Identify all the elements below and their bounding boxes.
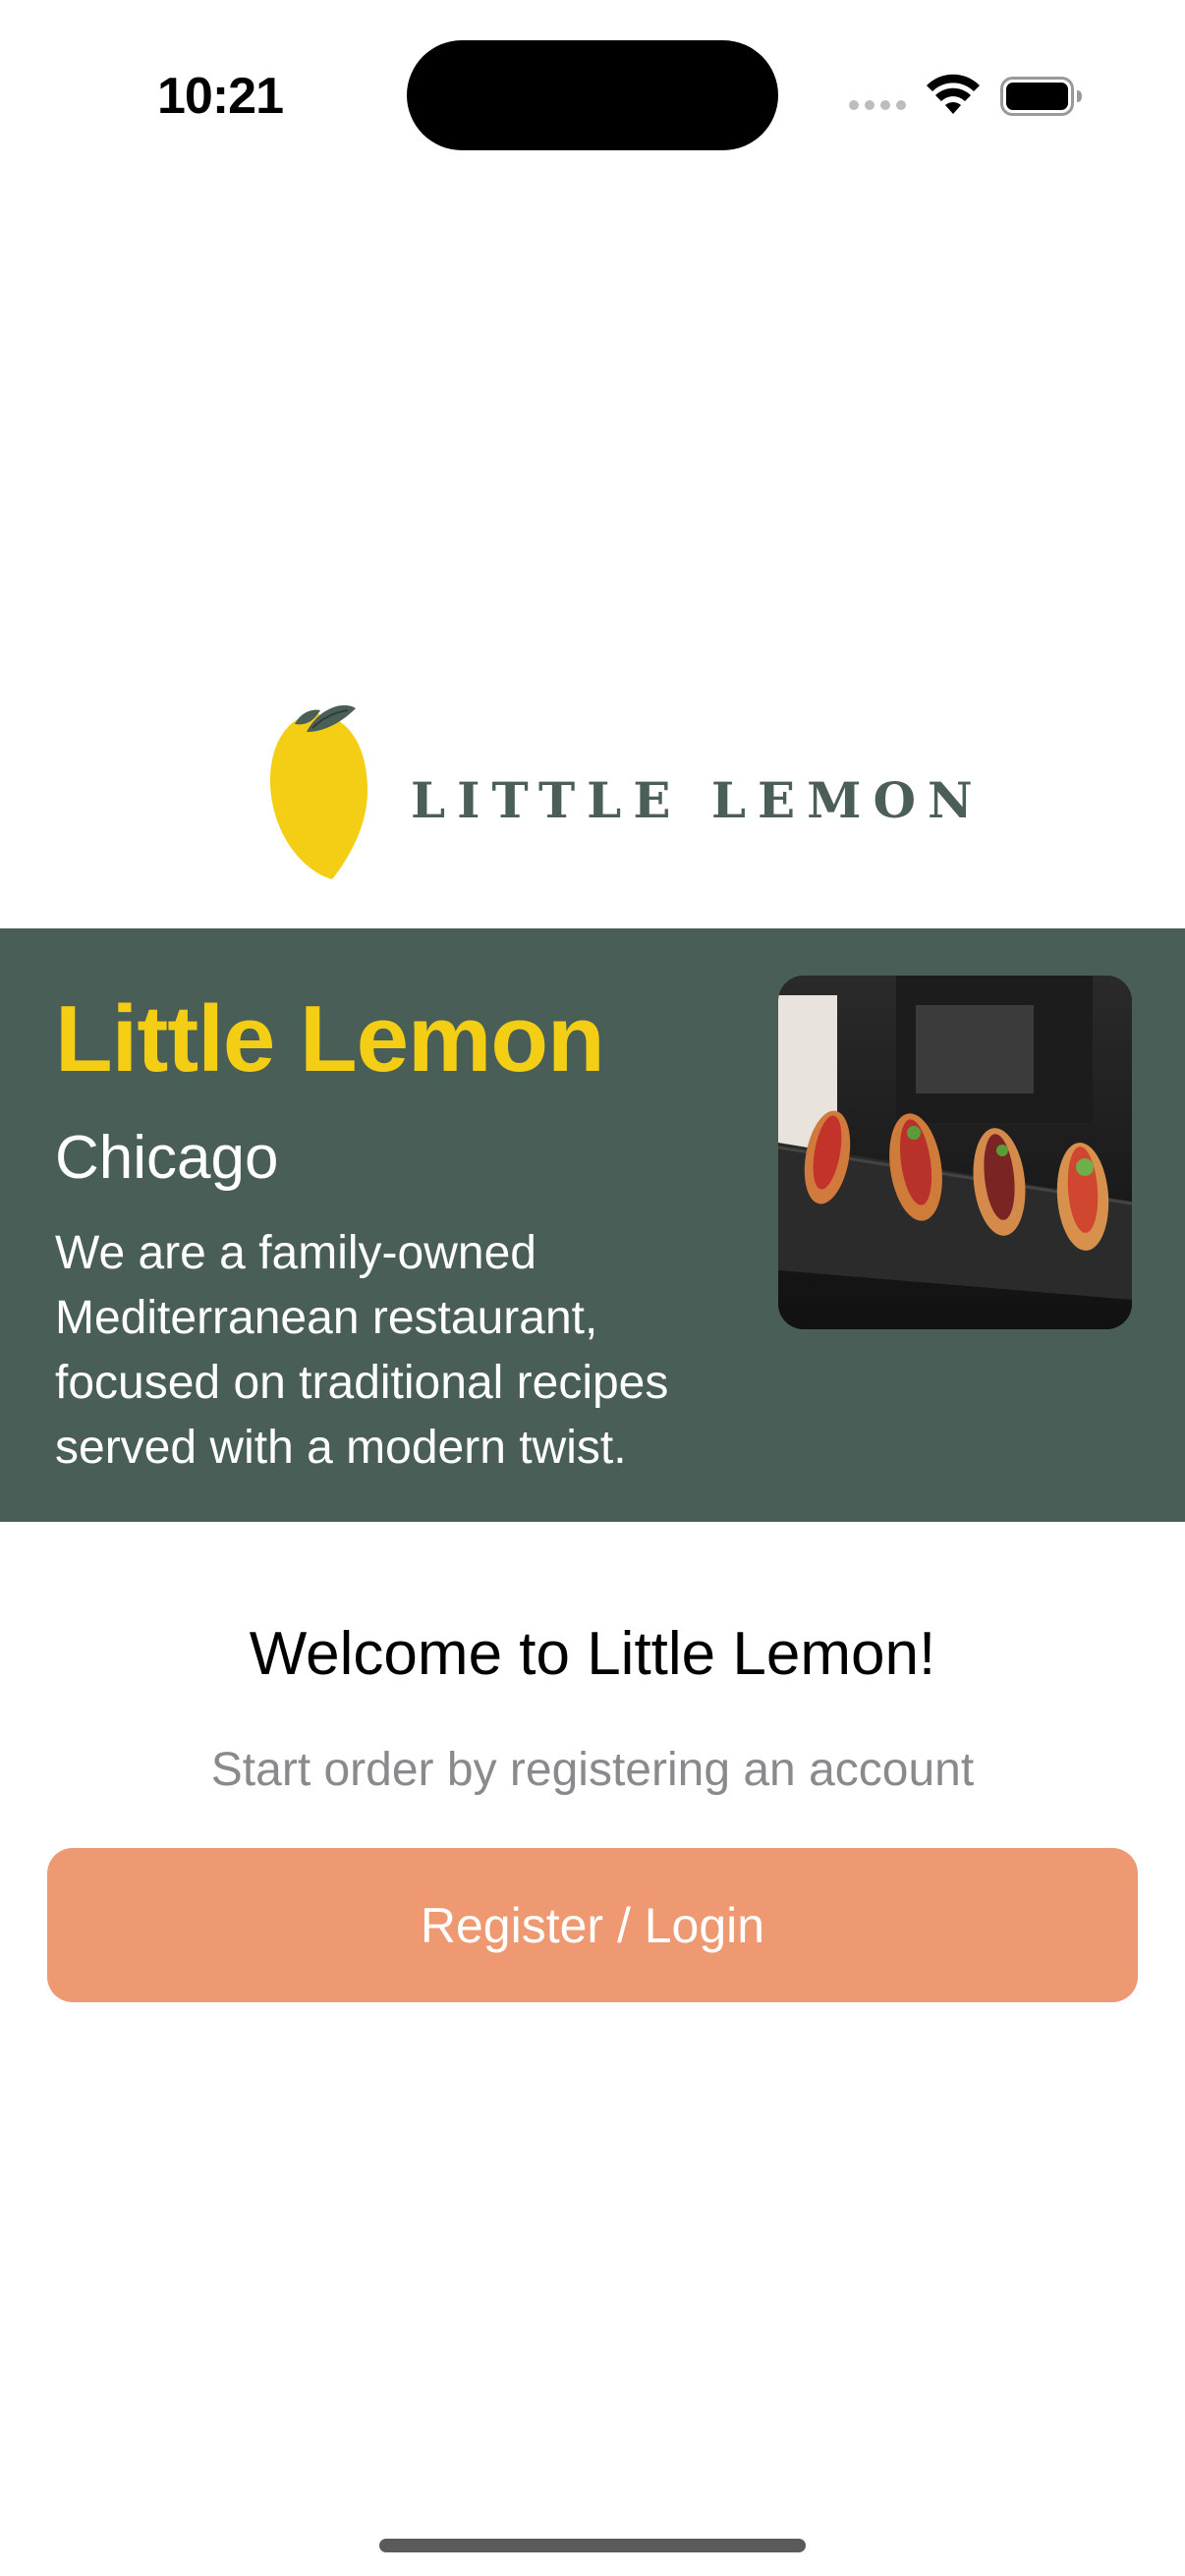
hero-title: Little Lemon — [55, 986, 605, 1092]
food-platter-image — [778, 976, 1132, 1329]
hero-banner: Little Lemon Chicago We are a family-own… — [0, 928, 1185, 1522]
welcome-subtitle: Start order by registering an account — [210, 1744, 975, 1796]
status-bar: 10:21 — [0, 0, 1185, 196]
home-indicator[interactable] — [379, 2539, 806, 2552]
food-platter-illustration — [778, 976, 1132, 1329]
dynamic-island — [407, 40, 778, 150]
battery-icon — [1000, 77, 1082, 116]
lemon-icon — [269, 704, 367, 879]
cellular-signal-icon — [849, 100, 908, 114]
onboarding-screen: 10:21 LITTLE LEMON Little Lemon Chicago … — [0, 0, 1185, 2576]
hero-city: Chicago — [55, 1124, 279, 1192]
logo-wordmark: LITTLE LEMON — [411, 771, 985, 829]
wifi-icon — [927, 74, 980, 114]
status-time: 10:21 — [157, 68, 284, 125]
little-lemon-logo: LITTLE LEMON — [265, 702, 973, 884]
register-login-button[interactable]: Register / Login — [47, 1848, 1138, 2002]
welcome-title: Welcome to Little Lemon! — [249, 1620, 936, 1688]
hero-description: We are a family-owned Mediterranean rest… — [55, 1227, 669, 1474]
